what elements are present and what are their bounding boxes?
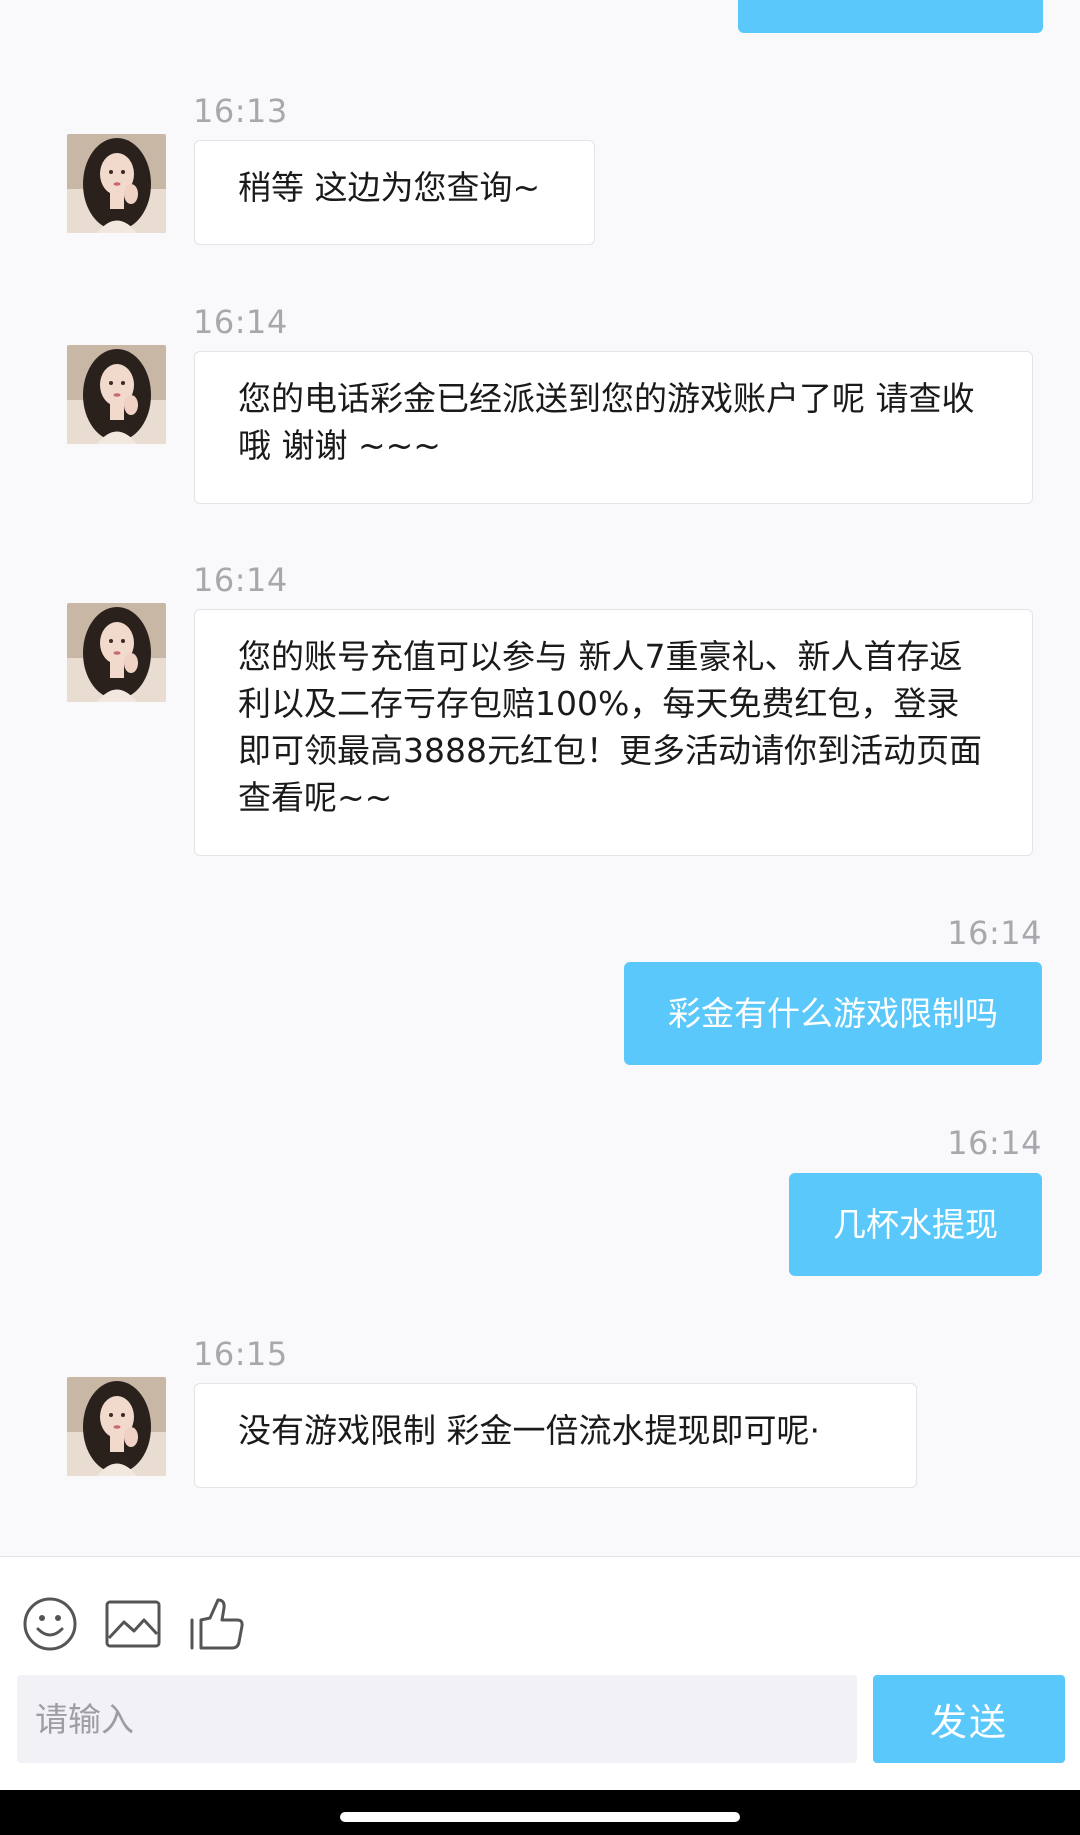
message-timestamp: 16:15 [193,1335,288,1373]
user-message-bubble: 彩金有什么游戏限制吗 [624,962,1042,1065]
message-timestamp: 16:14 [193,303,288,341]
image-icon[interactable] [104,1596,162,1652]
agent-avatar[interactable] [67,1377,166,1476]
emoji-icon[interactable] [22,1596,78,1652]
system-navigation-bar [0,1790,1080,1835]
message-text: 几杯水提现 [833,1205,998,1244]
agent-avatar[interactable] [67,603,166,702]
message-composer: 发送 [0,1556,1080,1790]
message-text: 彩金有什么游戏限制吗 [668,994,998,1033]
message-timestamp: 16:13 [193,92,288,130]
agent-message-bubble: 您的账号充值可以参与 新人7重豪礼、新人首存返利以及二存亏存包赔100%，每天免… [194,609,1033,856]
agent-message-bubble: 没有游戏限制 彩金一倍流水提现即可呢· [194,1383,917,1488]
message-text: 您的电话彩金已经派送到您的游戏账户了呢 请查收哦 谢谢 ~~~ [238,379,975,465]
agent-message-bubble: 稍等 这边为您查询~ [194,140,595,245]
agent-message-bubble: 您的电话彩金已经派送到您的游戏账户了呢 请查收哦 谢谢 ~~~ [194,351,1033,504]
user-message-bubble: 几杯水提现 [789,1173,1042,1276]
previous-message-bubble [738,0,1043,33]
agent-avatar[interactable] [67,345,166,444]
send-button[interactable]: 发送 [873,1675,1065,1763]
thumbs-up-icon[interactable] [188,1596,244,1652]
message-text: 稍等 这边为您查询~ [238,168,541,207]
agent-avatar[interactable] [67,134,166,233]
message-text: 您的账号充值可以参与 新人7重豪礼、新人首存返利以及二存亏存包赔100%，每天免… [238,637,982,817]
chat-screen: 16:13 稍等 这边为您查询~ 16:14 您的电话彩金已经派送到您的游戏账户… [0,0,1080,1835]
message-text: 没有游戏限制 彩金一倍流水提现即可呢· [238,1411,820,1450]
message-input[interactable] [17,1675,857,1763]
home-indicator[interactable] [340,1812,740,1822]
message-timestamp: 16:14 [193,561,288,599]
message-timestamp: 16:14 [947,1124,1042,1162]
message-timestamp: 16:14 [947,914,1042,952]
